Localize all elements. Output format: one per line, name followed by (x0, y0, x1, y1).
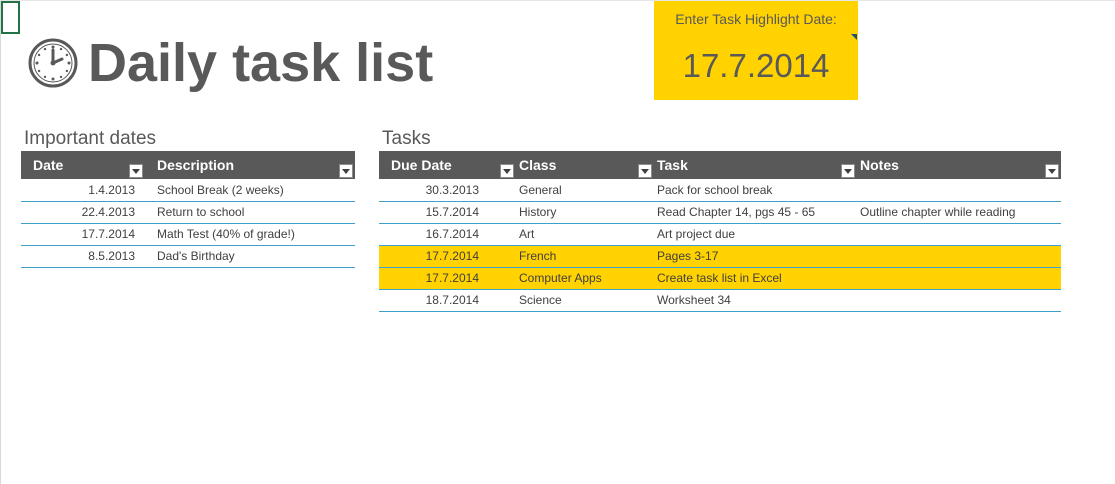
description-cell[interactable]: Return to school (145, 201, 355, 224)
column-header-description[interactable]: Description (145, 151, 355, 179)
table-row[interactable]: 17.7.2014 Math Test (40% of grade!) (21, 223, 355, 246)
due-date-cell[interactable]: 15.7.2014 (379, 201, 516, 224)
highlighted-table-row[interactable]: 17.7.2014 Computer Apps Create task list… (379, 267, 1061, 290)
date-cell[interactable]: 8.5.2013 (21, 245, 145, 268)
task-cell[interactable]: Read Chapter 14, pgs 45 - 65 (654, 201, 857, 224)
description-cell[interactable]: Math Test (40% of grade!) (145, 223, 355, 246)
date-cell[interactable]: 1.4.2013 (21, 179, 145, 202)
due-date-cell[interactable]: 16.7.2014 (379, 223, 516, 246)
column-header-notes[interactable]: Notes (857, 151, 1061, 179)
date-cell[interactable]: 22.4.2013 (21, 201, 145, 224)
class-cell[interactable]: General (516, 179, 654, 202)
important-dates-table: Date Description 1.4.2013 School Break (… (21, 151, 355, 268)
description-cell[interactable]: Dad's Birthday (145, 245, 355, 268)
filter-dropdown-icon[interactable] (841, 164, 855, 178)
task-cell[interactable]: Pages 3-17 (654, 245, 857, 268)
description-cell[interactable]: School Break (2 weeks) (145, 179, 355, 202)
selected-cell[interactable] (1, 1, 20, 34)
filter-dropdown-icon[interactable] (129, 164, 143, 178)
notes-cell[interactable] (857, 289, 1061, 312)
highlight-date-label: Enter Task Highlight Date: (675, 11, 837, 27)
notes-cell[interactable] (857, 223, 1061, 246)
date-cell[interactable]: 17.7.2014 (21, 223, 145, 246)
class-cell[interactable]: Art (516, 223, 654, 246)
class-cell[interactable]: Science (516, 289, 654, 312)
important-dates-heading: Important dates (24, 128, 157, 149)
due-date-cell[interactable]: 17.7.2014 (379, 245, 516, 268)
notes-cell[interactable] (857, 267, 1061, 290)
table-row[interactable]: 18.7.2014 Science Worksheet 34 (379, 289, 1061, 312)
class-cell[interactable]: French (516, 245, 654, 268)
task-cell[interactable]: Pack for school break (654, 179, 857, 202)
class-cell[interactable]: Computer Apps (516, 267, 654, 290)
comment-indicator-icon (851, 34, 857, 40)
filter-dropdown-icon[interactable] (339, 164, 353, 178)
filter-dropdown-icon[interactable] (638, 164, 652, 178)
highlight-date-input[interactable]: 17.7.2014 (654, 47, 858, 85)
table-row[interactable]: 22.4.2013 Return to school (21, 201, 355, 224)
table-row[interactable]: 30.3.2013 General Pack for school break (379, 179, 1061, 202)
column-header-class[interactable]: Class (516, 151, 654, 179)
filter-dropdown-icon[interactable] (500, 164, 514, 178)
table-row[interactable]: 1.4.2013 School Break (2 weeks) (21, 179, 355, 202)
tasks-heading: Tasks (382, 128, 431, 149)
tasks-table: Due Date Class Task Notes 30.3.2013 Gene… (379, 151, 1061, 312)
table-row[interactable]: 8.5.2013 Dad's Birthday (21, 245, 355, 268)
filter-dropdown-icon[interactable] (1045, 164, 1059, 178)
due-date-cell[interactable]: 18.7.2014 (379, 289, 516, 312)
table-row[interactable]: 16.7.2014 Art Art project due (379, 223, 1061, 246)
task-cell[interactable]: Create task list in Excel (654, 267, 857, 290)
notes-cell[interactable]: Outline chapter while reading (857, 201, 1061, 224)
class-cell[interactable]: History (516, 201, 654, 224)
notes-cell[interactable] (857, 245, 1061, 268)
notes-cell[interactable] (857, 179, 1061, 202)
column-header-task[interactable]: Task (654, 151, 857, 179)
highlighted-table-row[interactable]: 17.7.2014 French Pages 3-17 (379, 245, 1061, 268)
sheet-gutter (0, 0, 1, 484)
table-row[interactable]: 15.7.2014 History Read Chapter 14, pgs 4… (379, 201, 1061, 224)
task-cell[interactable]: Worksheet 34 (654, 289, 857, 312)
task-cell[interactable]: Art project due (654, 223, 857, 246)
highlight-date-box[interactable]: Enter Task Highlight Date: 17.7.2014 (654, 1, 858, 100)
due-date-cell[interactable]: 17.7.2014 (379, 267, 516, 290)
column-header-date[interactable]: Date (21, 151, 145, 179)
due-date-cell[interactable]: 30.3.2013 (379, 179, 516, 202)
column-header-due-date[interactable]: Due Date (379, 151, 516, 179)
clock-icon (28, 38, 78, 88)
page-title: Daily task list (88, 33, 434, 93)
sheet-top-border (0, 0, 1115, 1)
